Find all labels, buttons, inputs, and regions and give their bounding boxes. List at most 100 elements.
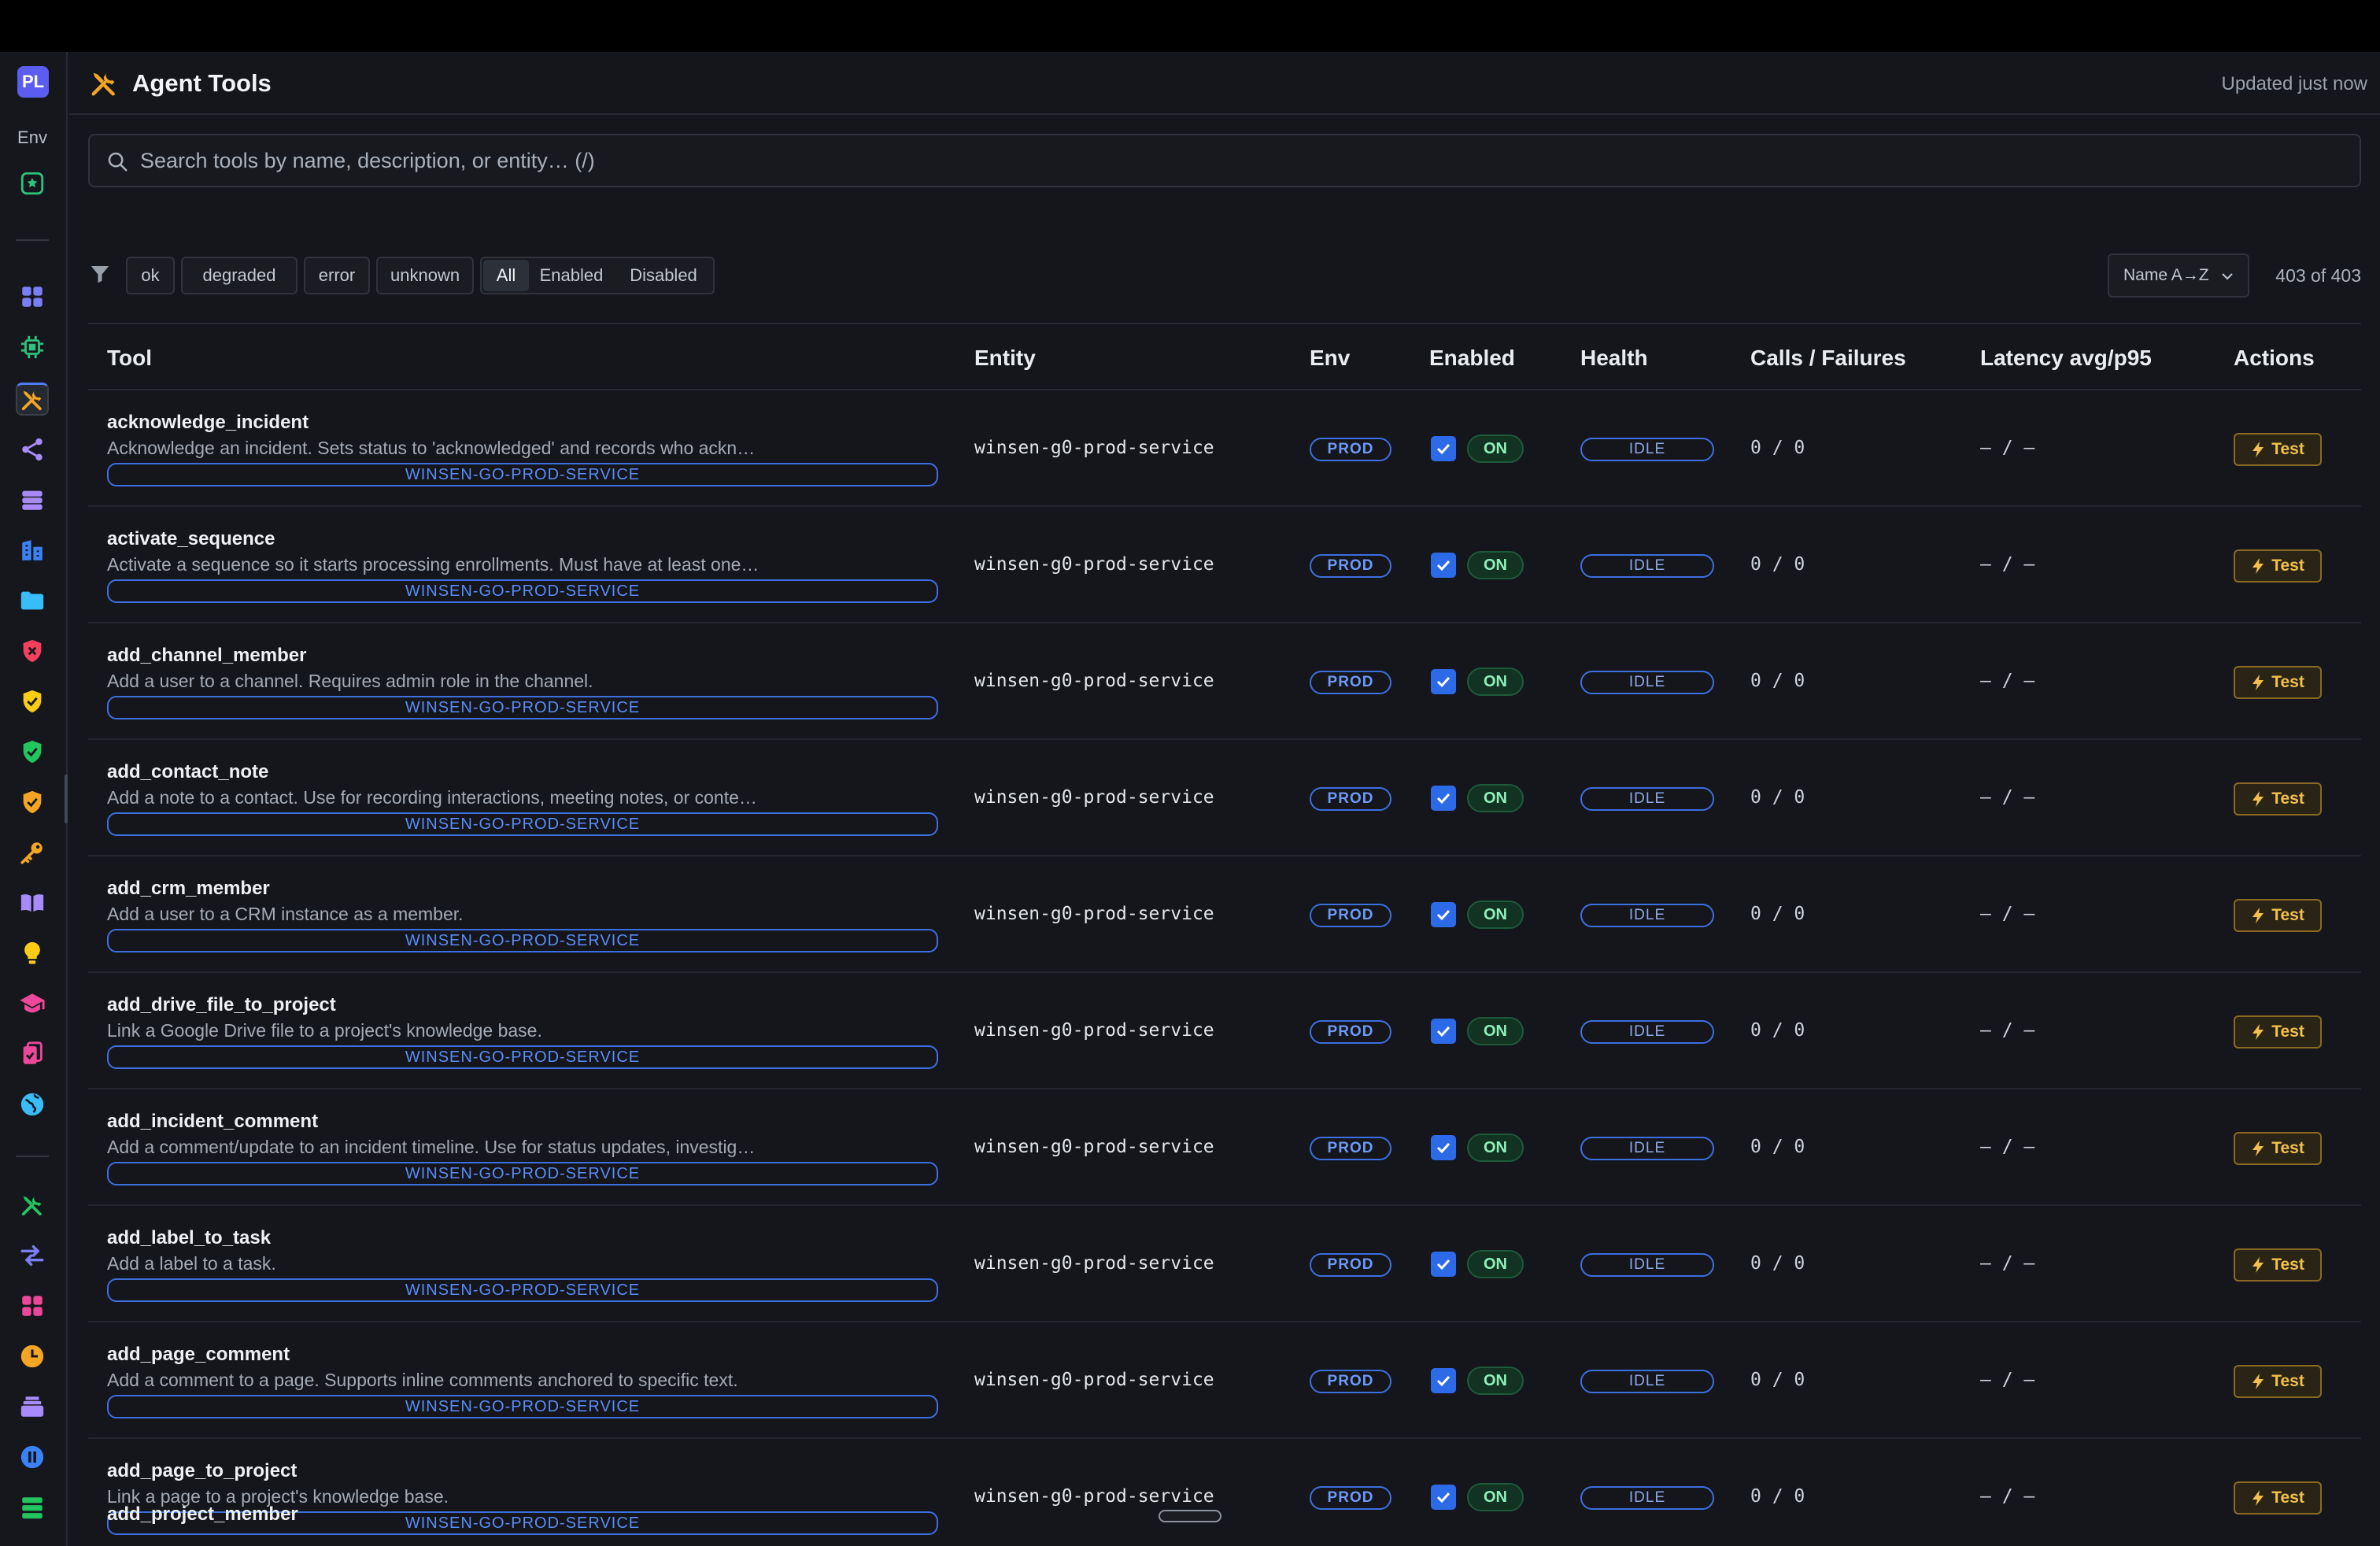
env-switch-icon[interactable]: [16, 167, 49, 200]
entity-tag: WINSEN-GO-PROD-SERVICE: [107, 1162, 938, 1185]
search-input[interactable]: [140, 142, 2328, 179]
sidebar-item-clipboard-check[interactable]: [16, 1037, 49, 1071]
sidebar-item-globe[interactable]: [16, 1088, 49, 1121]
enabled-status-pill: ON: [1467, 1250, 1524, 1278]
search-box[interactable]: [88, 134, 2361, 187]
horizontal-scrollbar[interactable]: [1159, 1510, 1221, 1522]
enabled-checkbox[interactable]: [1431, 553, 1456, 578]
state-disabled[interactable]: Disabled: [614, 260, 713, 291]
test-button[interactable]: Test: [2234, 433, 2322, 466]
tool-name[interactable]: add_incident_comment: [107, 1110, 318, 1134]
wrench-screwdriver-icon: [21, 1196, 42, 1216]
sidebar-item-lightbulb[interactable]: [16, 937, 49, 970]
sidebar-item-folder[interactable]: [16, 584, 49, 617]
sort-dropdown[interactable]: Name A→Z: [2108, 253, 2249, 298]
sidebar-item-dashboard-grid[interactable]: [16, 280, 49, 313]
enabled-checkbox[interactable]: [1431, 1368, 1456, 1393]
test-button[interactable]: Test: [2234, 1481, 2322, 1515]
table-row[interactable]: add_page_comment Add a comment to a page…: [88, 1322, 2361, 1439]
tool-name[interactable]: acknowledge_incident: [107, 411, 309, 435]
table-row[interactable]: add_page_to_project Link a page to a pro…: [88, 1439, 2361, 1546]
check-icon: [1436, 1142, 1451, 1154]
filter-chip-ok[interactable]: ok: [126, 257, 175, 294]
sidebar-item-wrench-screwdriver[interactable]: [16, 1189, 49, 1222]
state-all[interactable]: All: [483, 260, 529, 291]
sidebar-item-graduation-cap[interactable]: [16, 987, 49, 1020]
table-row[interactable]: add_contact_note Add a note to a contact…: [88, 740, 2361, 856]
enabled-checkbox[interactable]: [1431, 1019, 1456, 1044]
col-calls[interactable]: Calls / Failures: [1750, 345, 1906, 372]
sidebar-item-database-stack[interactable]: [16, 483, 49, 516]
test-button[interactable]: Test: [2234, 666, 2322, 699]
table-row[interactable]: add_label_to_task Add a label to a task.…: [88, 1206, 2361, 1322]
col-env[interactable]: Env: [1310, 345, 1350, 372]
tool-name[interactable]: add_contact_note: [107, 760, 268, 784]
sidebar-item-clock[interactable]: [16, 1340, 49, 1373]
enabled-status-pill: ON: [1467, 901, 1524, 929]
enabled-checkbox[interactable]: [1431, 1252, 1456, 1277]
tool-name[interactable]: add_drive_file_to_project: [107, 993, 336, 1017]
filter-chip-degraded[interactable]: degraded: [181, 257, 298, 294]
table-row[interactable]: add_channel_member Add a user to a chann…: [88, 623, 2361, 740]
test-button[interactable]: Test: [2234, 1365, 2322, 1398]
sidebar-scrollbar[interactable]: [65, 775, 68, 823]
sidebar-item-tools[interactable]: [16, 383, 49, 416]
sidebar-item-pause-circle[interactable]: [16, 1441, 49, 1474]
col-tool[interactable]: Tool: [107, 345, 152, 372]
entity-value: winsen-g0-prod-service: [974, 787, 1214, 808]
tool-name[interactable]: add_crm_member: [107, 877, 270, 901]
health-badge: IDLE: [1580, 787, 1714, 811]
test-button[interactable]: Test: [2234, 782, 2322, 816]
sidebar-item-inbox-stack[interactable]: [16, 1390, 49, 1423]
table-row[interactable]: acknowledge_incident Acknowledge an inci…: [88, 390, 2361, 507]
building-icon: [22, 540, 42, 560]
tool-name[interactable]: add_label_to_task: [107, 1226, 271, 1250]
lightning-icon: [2252, 1024, 2264, 1040]
enabled-checkbox[interactable]: [1431, 786, 1456, 811]
sidebar-item-shield-red[interactable]: [16, 634, 49, 668]
table-row[interactable]: add_drive_file_to_project Link a Google …: [88, 973, 2361, 1089]
table-row[interactable]: add_incident_comment Add a comment/updat…: [88, 1089, 2361, 1206]
sidebar-item-server[interactable]: [16, 1491, 49, 1524]
enabled-checkbox[interactable]: [1431, 1135, 1456, 1160]
table-row[interactable]: add_crm_member Add a user to a CRM insta…: [88, 856, 2361, 973]
enabled-checkbox[interactable]: [1431, 902, 1456, 927]
latency-value: – / –: [1980, 671, 2035, 691]
filter-icon[interactable]: [88, 260, 112, 288]
tool-name[interactable]: add_page_comment: [107, 1343, 290, 1367]
sidebar-item-building[interactable]: [16, 534, 49, 567]
enabled-checkbox[interactable]: [1431, 436, 1456, 461]
state-enabled[interactable]: Enabled: [530, 260, 612, 291]
sidebar-item-share-nodes[interactable]: [16, 433, 49, 466]
col-enabled[interactable]: Enabled: [1429, 345, 1515, 372]
col-health[interactable]: Health: [1580, 345, 1648, 372]
test-button[interactable]: Test: [2234, 1015, 2322, 1049]
tool-name[interactable]: add_project_member: [107, 1503, 298, 1526]
test-button-label: Test: [2271, 1023, 2304, 1041]
enabled-checkbox[interactable]: [1431, 669, 1456, 694]
tool-name[interactable]: add_channel_member: [107, 644, 306, 668]
enabled-checkbox[interactable]: [1431, 1485, 1456, 1510]
table-row[interactable]: activate_sequence Activate a sequence so…: [88, 507, 2361, 623]
test-button[interactable]: Test: [2234, 1132, 2322, 1165]
tool-name[interactable]: activate_sequence: [107, 527, 275, 551]
filter-chip-unknown[interactable]: unknown: [376, 257, 474, 294]
sidebar-item-key[interactable]: [16, 836, 49, 869]
sidebar-item-shield-check-amber[interactable]: [16, 786, 49, 819]
sidebar-item-shield-check-yellow[interactable]: [16, 685, 49, 718]
sidebar-item-apps-grid[interactable]: [16, 1289, 49, 1322]
app-logo[interactable]: PL: [17, 66, 49, 98]
col-entity[interactable]: Entity: [974, 345, 1036, 372]
entity-tag: WINSEN-GO-PROD-SERVICE: [107, 929, 938, 952]
test-button[interactable]: Test: [2234, 899, 2322, 932]
sidebar-item-arrows-swap[interactable]: [16, 1239, 49, 1272]
filter-chip-error[interactable]: error: [304, 257, 370, 294]
col-latency[interactable]: Latency avg/p95: [1980, 345, 2152, 372]
sidebar-item-shield-check-green[interactable]: [16, 735, 49, 768]
tool-name[interactable]: add_page_to_project: [107, 1459, 297, 1483]
test-button[interactable]: Test: [2234, 1248, 2322, 1282]
tool-description: Acknowledge an incident. Sets status to …: [107, 438, 756, 458]
sidebar-item-chip[interactable]: [16, 331, 49, 364]
test-button[interactable]: Test: [2234, 549, 2322, 583]
sidebar-item-book[interactable]: [16, 886, 49, 919]
